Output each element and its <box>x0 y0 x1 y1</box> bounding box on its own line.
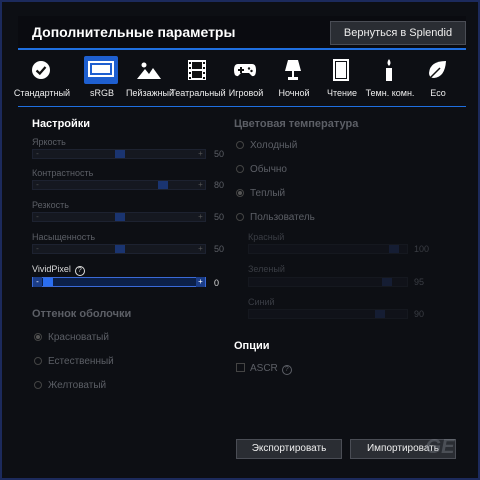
sharpness-thumb <box>115 213 125 221</box>
brightness-thumb <box>115 150 125 158</box>
green-label: Зеленый <box>248 264 285 274</box>
brightness-increase-button: + <box>198 149 203 158</box>
color-temperature-heading: Цветовая температура <box>234 118 359 130</box>
radio-label: Пользователь <box>250 212 315 223</box>
blue-value: 90 <box>414 309 425 319</box>
mode-label: Eco <box>430 88 446 98</box>
contrast-label: Контрастность <box>32 168 94 178</box>
vividpixel-label: VividPixel? <box>32 264 85 276</box>
red-value: 100 <box>414 244 430 254</box>
mode-standard[interactable]: Стандартный <box>14 54 70 102</box>
saturation-thumb <box>115 245 125 253</box>
green-slider <box>248 277 408 287</box>
saturation-increase-button: + <box>198 244 203 253</box>
window-title: Дополнительные параметры <box>32 24 236 40</box>
back-to-splendid-button[interactable]: Вернуться в Splendid <box>330 21 466 45</box>
blue-slider <box>248 309 408 319</box>
radio-dot <box>236 189 244 197</box>
film-icon <box>180 56 214 84</box>
radio-label: Обычно <box>250 164 287 175</box>
vividpixel-thumb[interactable] <box>43 278 53 286</box>
temp-user-radio: Пользователь <box>236 212 315 223</box>
radio-label: Естественный <box>48 356 114 367</box>
help-icon[interactable]: ? <box>74 266 85 276</box>
settings-heading: Настройки <box>32 118 91 130</box>
skin-tone-reddish-radio: Красноватый <box>34 332 109 343</box>
watermark-logo: GE <box>425 436 455 458</box>
radio-dot <box>236 213 244 221</box>
leaf-icon <box>420 56 454 84</box>
skin-tone-heading: Оттенок оболочки <box>32 308 132 320</box>
monitor-icon <box>84 56 118 84</box>
ascr-label: ASCR <box>250 363 278 374</box>
temp-cool-radio: Холодный <box>236 140 297 151</box>
contrast-thumb <box>158 181 168 189</box>
title-bar: Дополнительные параметры Вернуться в Spl… <box>18 16 466 50</box>
temp-normal-radio: Обычно <box>236 164 287 175</box>
lamp-icon <box>276 56 310 84</box>
contrast-decrease-button: - <box>36 180 39 189</box>
toolbar-separator <box>18 106 466 107</box>
radio-dot <box>34 381 42 389</box>
temp-warm-radio: Теплый <box>236 188 285 199</box>
checkbox-box <box>236 363 245 372</box>
mode-eco[interactable]: Eco <box>414 54 462 102</box>
radio-dot <box>34 357 42 365</box>
saturation-slider: - + <box>32 244 206 254</box>
advanced-settings-window: Дополнительные параметры Вернуться в Spl… <box>0 0 480 480</box>
sharpness-value: 50 <box>214 212 225 222</box>
contrast-slider: - + <box>32 180 206 190</box>
saturation-value: 50 <box>214 244 225 254</box>
vividpixel-slider[interactable]: - + <box>32 277 206 287</box>
brightness-decrease-button: - <box>36 149 39 158</box>
sharpness-decrease-button: - <box>36 212 39 221</box>
sharpness-increase-button: + <box>198 212 203 221</box>
radio-dot <box>236 165 244 173</box>
red-label: Красный <box>248 232 285 242</box>
vividpixel-decrease-button[interactable]: - <box>33 277 42 287</box>
ascr-checkbox: ASCR? <box>236 363 292 375</box>
radio-label: Холодный <box>250 140 298 151</box>
green-value: 95 <box>414 277 425 287</box>
saturation-label: Насыщенность <box>32 232 96 242</box>
red-slider <box>248 244 408 254</box>
check-circle-icon <box>24 56 58 84</box>
vividpixel-value: 0 <box>214 278 220 288</box>
mountain-icon <box>132 56 166 84</box>
radio-label: Теплый <box>250 188 286 199</box>
skin-tone-yellowish-radio: Желтоватый <box>34 380 106 391</box>
contrast-increase-button: + <box>198 180 203 189</box>
radio-label: Красноватый <box>48 332 109 343</box>
radio-dot <box>236 141 244 149</box>
blue-label: Синий <box>248 297 275 307</box>
brightness-value: 50 <box>214 149 225 159</box>
candle-icon <box>372 56 406 84</box>
sharpness-label: Резкость <box>32 200 69 210</box>
gamepad-icon <box>228 56 262 84</box>
skin-tone-natural-radio: Естественный <box>34 356 114 367</box>
sharpness-slider: - + <box>32 212 206 222</box>
radio-dot <box>34 333 42 341</box>
export-button[interactable]: Экспортировать <box>236 439 342 459</box>
options-heading: Опции <box>234 340 270 352</box>
vividpixel-increase-button[interactable]: + <box>196 277 205 287</box>
saturation-decrease-button: - <box>36 244 39 253</box>
blue-thumb <box>375 310 385 318</box>
brightness-label: Яркость <box>32 137 66 147</box>
red-thumb <box>389 245 399 253</box>
book-icon <box>324 56 358 84</box>
radio-label: Желтоватый <box>48 380 107 391</box>
vividpixel-label-text: VividPixel <box>32 264 71 274</box>
mode-toolbar: Стандартный sRGB Пейзажный Театральный И… <box>14 54 466 102</box>
brightness-slider: - + <box>32 149 206 159</box>
green-thumb <box>382 278 392 286</box>
help-icon: ? <box>281 365 292 375</box>
contrast-value: 80 <box>214 180 225 190</box>
